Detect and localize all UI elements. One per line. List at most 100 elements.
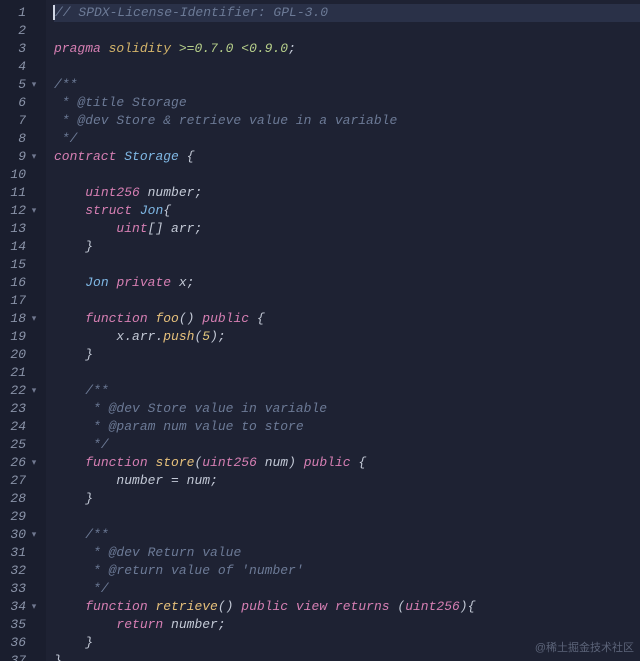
gutter-row: 17 [4, 292, 38, 310]
code-line[interactable]: Jon private x; [54, 274, 640, 292]
code-token: { [257, 311, 265, 326]
code-line[interactable]: uint256 number; [54, 184, 640, 202]
code-line[interactable]: */ [54, 130, 640, 148]
fold-toggle-icon[interactable]: ▾ [30, 148, 38, 166]
code-token: */ [93, 437, 109, 452]
code-line[interactable]: } [54, 490, 640, 508]
gutter-row: 15 [4, 256, 38, 274]
code-token: } [54, 653, 62, 661]
code-token [101, 41, 109, 56]
gutter-row: 10 [4, 166, 38, 184]
code-token [132, 203, 140, 218]
code-area[interactable]: // SPDX-License-Identifier: GPL-3.0 pragm… [46, 0, 640, 661]
code-token: public [202, 311, 249, 326]
line-number: 15 [8, 256, 26, 274]
code-token: Storage [124, 149, 179, 164]
code-line[interactable]: * @dev Return value [54, 544, 640, 562]
line-number: 36 [8, 634, 26, 652]
fold-toggle-icon[interactable]: ▾ [30, 202, 38, 220]
code-token: solidity [109, 41, 171, 56]
code-line[interactable]: * @return value of 'number' [54, 562, 640, 580]
code-token: returns [335, 599, 390, 614]
code-token: return [116, 617, 163, 632]
gutter-row: 11 [4, 184, 38, 202]
code-token: number [54, 473, 171, 488]
code-token: * @dev Return value [93, 545, 249, 560]
code-line[interactable]: // SPDX-License-Identifier: GPL-3.0 [54, 4, 640, 22]
gutter-row: 23 [4, 400, 38, 418]
code-line[interactable]: contract Storage { [54, 148, 640, 166]
code-token: uint256 [85, 185, 140, 200]
code-token: * @return value of 'number' [93, 563, 304, 578]
code-line[interactable]: * @dev Store & retrieve value in a varia… [54, 112, 640, 130]
code-line[interactable]: */ [54, 580, 640, 598]
code-line[interactable]: struct Jon{ [54, 202, 640, 220]
code-editor[interactable]: 12345▾6789▾101112▾131415161718▾19202122▾… [0, 0, 640, 661]
code-line[interactable]: number = num; [54, 472, 640, 490]
code-line[interactable] [54, 508, 640, 526]
line-number: 25 [8, 436, 26, 454]
gutter-row: 12▾ [4, 202, 38, 220]
gutter-row: 36 [4, 634, 38, 652]
code-token: >=0.7.0 [179, 41, 234, 56]
fold-toggle-icon[interactable]: ▾ [30, 526, 38, 544]
gutter-row: 37 [4, 652, 38, 661]
code-line[interactable]: function retrieve() public view returns … [54, 598, 640, 616]
line-number: 2 [8, 22, 26, 40]
code-line[interactable] [54, 58, 640, 76]
code-line[interactable]: /** [54, 526, 640, 544]
line-number: 11 [8, 184, 26, 202]
code-line[interactable]: */ [54, 436, 640, 454]
code-line[interactable]: * @param num value to store [54, 418, 640, 436]
code-line[interactable]: uint[] arr; [54, 220, 640, 238]
code-line[interactable]: pragma solidity >=0.7.0 <0.9.0; [54, 40, 640, 58]
code-line[interactable]: * @title Storage [54, 94, 640, 112]
code-line[interactable]: } [54, 346, 640, 364]
code-line[interactable] [54, 22, 640, 40]
code-line[interactable] [54, 292, 640, 310]
code-token [54, 185, 85, 200]
fold-toggle-icon[interactable]: ▾ [30, 76, 38, 94]
code-line[interactable]: * @dev Store value in variable [54, 400, 640, 418]
code-line[interactable]: function store(uint256 num) public { [54, 454, 640, 472]
code-token [54, 221, 116, 236]
code-token: } [85, 635, 93, 650]
code-token: ; [288, 41, 296, 56]
gutter-row: 21 [4, 364, 38, 382]
code-token [249, 311, 257, 326]
gutter-row: 5▾ [4, 76, 38, 94]
code-token: /** [85, 383, 108, 398]
gutter-row: 18▾ [4, 310, 38, 328]
gutter-row: 20 [4, 346, 38, 364]
code-line[interactable] [54, 166, 640, 184]
fold-toggle-icon[interactable]: ▾ [30, 310, 38, 328]
code-token: = [171, 473, 179, 488]
code-token: /** [85, 527, 108, 542]
code-token: ) [460, 599, 468, 614]
line-number: 28 [8, 490, 26, 508]
code-token: // SPDX-License-Identifier: GPL-3.0 [55, 5, 328, 20]
line-number: 17 [8, 292, 26, 310]
fold-toggle-icon[interactable]: ▾ [30, 454, 38, 472]
gutter-row: 14 [4, 238, 38, 256]
gutter-row: 34▾ [4, 598, 38, 616]
code-token [54, 617, 116, 632]
code-line[interactable]: /** [54, 382, 640, 400]
code-token: } [85, 491, 93, 506]
code-token: function [85, 455, 147, 470]
line-number: 9 [8, 148, 26, 166]
line-number: 13 [8, 220, 26, 238]
fold-toggle-icon[interactable]: ▾ [30, 598, 38, 616]
code-line[interactable]: /** [54, 76, 640, 94]
code-line[interactable] [54, 256, 640, 274]
code-line[interactable]: return number; [54, 616, 640, 634]
code-line[interactable]: function foo() public { [54, 310, 640, 328]
gutter-row: 31 [4, 544, 38, 562]
code-line[interactable]: } [54, 238, 640, 256]
code-token: ; [194, 221, 202, 236]
code-line[interactable]: x.arr.push(5); [54, 328, 640, 346]
code-line[interactable] [54, 364, 640, 382]
fold-toggle-icon[interactable]: ▾ [30, 382, 38, 400]
code-token [179, 149, 187, 164]
gutter-row: 8 [4, 130, 38, 148]
